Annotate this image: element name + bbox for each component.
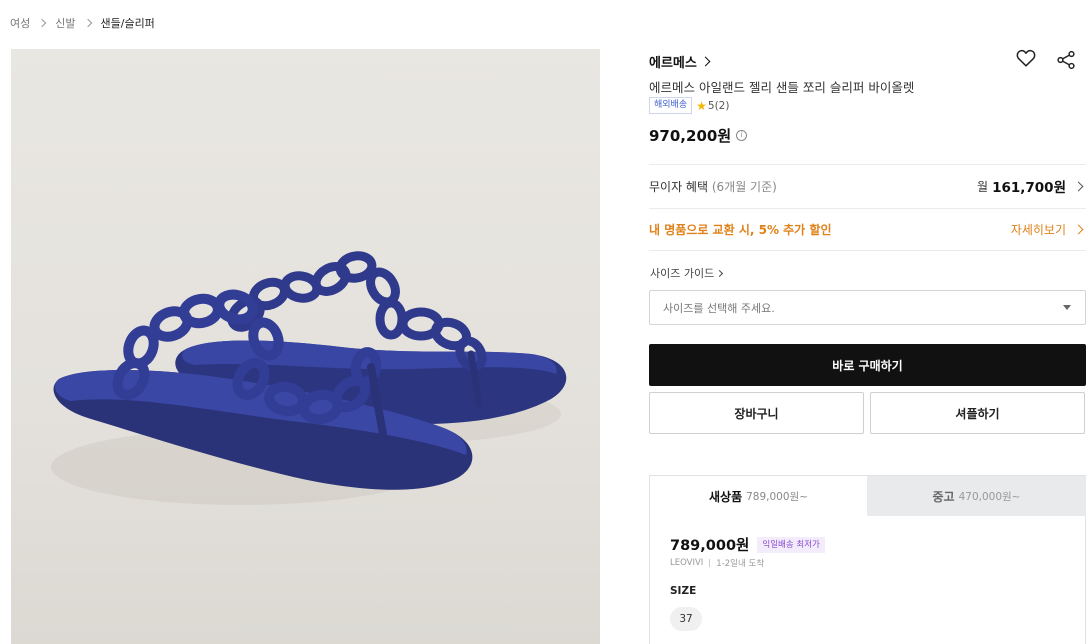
seller-name: LEOVIVI [670, 558, 704, 568]
star-icon: ★ [696, 98, 707, 113]
like-button[interactable] [1015, 47, 1037, 69]
installment-title: 무이자 혜택 [649, 179, 709, 194]
product-info-panel: 에르메스 에르메스 아일랜드 젤리 샌들 쪼리 슬리퍼 바이올렛 해외배송 ★ … [649, 0, 1086, 644]
installment-row[interactable]: 무이자 혜택 (6개월 기준) 월 161,700원 [649, 176, 1086, 196]
tab-new-price: 789,000원~ [746, 490, 808, 503]
product-image[interactable] [11, 49, 600, 644]
exchange-more-link[interactable]: 자세히보기 [1011, 221, 1086, 238]
exchange-row[interactable]: 내 명품으로 교환 시, 5% 추가 할인 자세히보기 [649, 220, 1086, 238]
breadcrumb-item-shoes[interactable]: 신발 [55, 15, 75, 31]
tab-new[interactable]: 새상품 789,000원~ [650, 476, 867, 516]
exchange-more-label: 자세히보기 [1010, 222, 1066, 237]
rating-value: 5(2) [707, 99, 730, 112]
breadcrumb-item-sandals[interactable]: 샌들/슬리퍼 [101, 15, 155, 31]
breadcrumb: 여성 신발 샌들/슬리퍼 [10, 15, 155, 31]
share-button[interactable] [1055, 49, 1077, 71]
chevron-right-icon [1073, 224, 1084, 234]
chevron-right-icon [1073, 181, 1084, 191]
size-chip[interactable]: 37 [670, 607, 702, 631]
offer-price-row: 789,000원 익일배송 최저가 [670, 534, 825, 555]
size-guide-label: 사이즈 가이드 [650, 267, 715, 280]
delivery-estimate: 1-2일내 도착 [716, 559, 765, 569]
info-icon[interactable]: i [736, 130, 748, 141]
size-guide-link[interactable]: 사이즈 가이드 [650, 265, 724, 281]
size-label: SIZE [670, 585, 697, 597]
chevron-right-icon [38, 18, 47, 28]
add-to-cart-button[interactable]: 장바구니 [649, 392, 864, 434]
chevron-right-icon [716, 269, 724, 277]
buy-now-button[interactable]: 바로 구매하기 [649, 344, 1086, 386]
rating[interactable]: ★ 5(2) [696, 99, 729, 113]
installment-amount: 161,700원 [992, 180, 1066, 196]
price-row: 970,200원 i [649, 125, 748, 146]
product-price: 970,200원 [649, 127, 732, 145]
offer-price: 789,000원 [670, 538, 750, 554]
installment-value: 월 161,700원 [977, 176, 1086, 196]
brand-link[interactable]: 에르메스 [649, 52, 711, 71]
separator [709, 559, 711, 567]
tag-row: 해외배송 ★ 5(2) [649, 97, 729, 114]
brand-name: 에르메스 [649, 56, 697, 71]
tab-used-label: 중고 [932, 489, 955, 504]
installment-prefix: 월 [977, 179, 989, 194]
chevron-right-icon [83, 18, 92, 28]
shuffle-button[interactable]: 셔플하기 [870, 392, 1085, 434]
offers-panel: 새상품 789,000원~ 중고 470,000원~ 789,000원 익일배송… [649, 475, 1086, 644]
overseas-shipping-badge: 해외배송 [649, 97, 693, 114]
tab-used-price: 470,000원~ [958, 490, 1021, 503]
heart-icon [1016, 49, 1036, 67]
sandal-illustration [51, 251, 567, 505]
exchange-discount-label: 내 명품으로 교환 시, 5% 추가 할인 [649, 222, 832, 237]
product-name: 에르메스 아일랜드 젤리 샌들 쪼리 슬리퍼 바이올렛 [649, 80, 915, 95]
next-day-lowest-badge: 익일배송 최저가 [757, 536, 825, 553]
size-select-placeholder: 사이즈를 선택해 주세요. [663, 301, 775, 315]
installment-sub: (6개월 기준) [711, 179, 777, 194]
share-icon [1057, 50, 1075, 70]
size-select[interactable]: 사이즈를 선택해 주세요. [649, 290, 1086, 325]
divider [649, 208, 1086, 209]
divider [649, 250, 1086, 251]
installment-label: 무이자 혜택 (6개월 기준) [649, 178, 777, 195]
divider [649, 164, 1086, 165]
seller-line: LEOVIVI 1-2일내 도착 [670, 557, 764, 569]
caret-down-icon [1063, 305, 1071, 310]
tab-new-label: 새상품 [708, 489, 743, 504]
tab-used[interactable]: 중고 470,000원~ [867, 476, 1086, 516]
chevron-right-icon [700, 56, 711, 67]
breadcrumb-item-women[interactable]: 여성 [10, 15, 30, 31]
